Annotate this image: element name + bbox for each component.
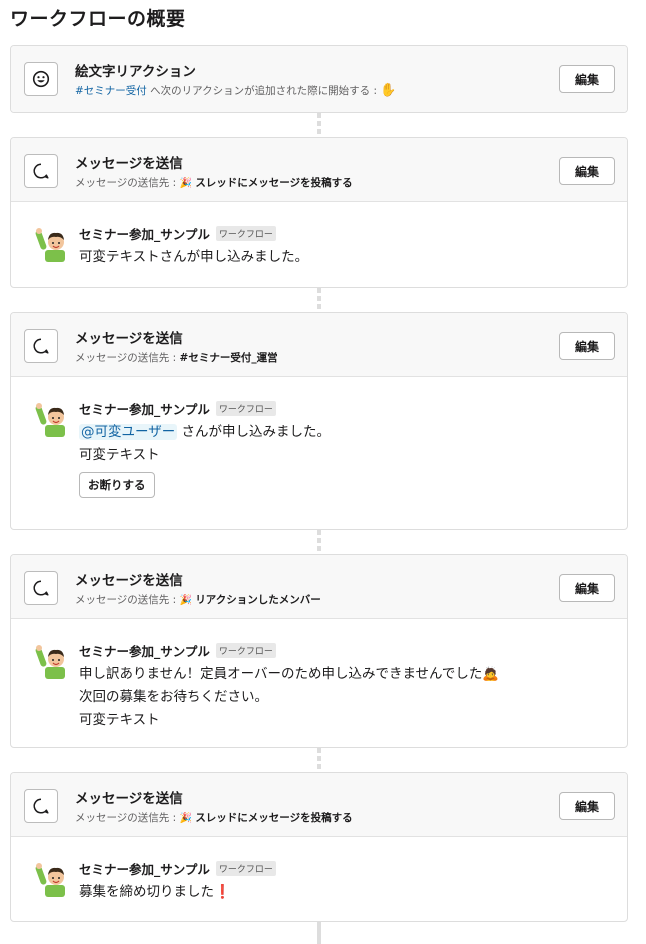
- destination-prefix: メッセージの送信先 :: [75, 352, 177, 364]
- trigger-card: 絵文字リアクション #セミナー受付 へ次のリアクションが追加された際に開始する …: [10, 45, 628, 113]
- step-title: メッセージを送信: [75, 156, 183, 172]
- message-line: 次回の募集をお待ちください。: [79, 689, 268, 705]
- step-title: メッセージを送信: [75, 791, 183, 807]
- step-header: メッセージを送信 メッセージの送信先 : 🎉 スレッドにメッセージを投稿する 編…: [11, 773, 627, 837]
- message-bubble-icon: [24, 329, 58, 363]
- step-connector: [317, 530, 321, 554]
- message-text: 申し訳ありません！定員オーバーのため申し込みできませんでした: [79, 666, 483, 682]
- destination-prefix: メッセージの送信先 :: [75, 177, 177, 189]
- step-card-4: メッセージを送信 メッセージの送信先 : 🎉 スレッドにメッセージを投稿する 編…: [10, 772, 628, 922]
- step-connector: [317, 748, 321, 772]
- party-popper-icon: 🎉: [179, 595, 192, 606]
- sender-row: セミナー参加_サンプル ワークフロー: [79, 859, 615, 878]
- message-text: 募集を締め切りました: [79, 884, 214, 900]
- trigger-title: 絵文字リアクション: [75, 64, 196, 80]
- message-line: 可変テキストさんが申し込みました。: [79, 249, 309, 265]
- step-destination: メッセージの送信先 : 🎉 リアクションしたメンバー: [75, 592, 321, 607]
- message-line: 可変テキスト: [79, 447, 160, 463]
- message-text: さんが申し込みました。: [181, 424, 331, 440]
- trigger-header: 絵文字リアクション #セミナー受付 へ次のリアクションが追加された際に開始する …: [11, 46, 627, 112]
- step-title: メッセージを送信: [75, 573, 183, 589]
- avatar: [35, 645, 65, 679]
- trigger-description-text: へ次のリアクションが追加された際に開始する :: [150, 85, 378, 97]
- avatar: [35, 228, 65, 262]
- destination-value: リアクションしたメンバー: [195, 594, 321, 606]
- message-bubble-icon: [24, 789, 58, 823]
- step-card-2: メッセージを送信 メッセージの送信先 : #セミナー受付_運営 編集 セミナー参…: [10, 312, 628, 530]
- workflow-badge: ワークフロー: [215, 861, 276, 876]
- step-header: メッセージを送信 メッセージの送信先 : 🎉 リアクションしたメンバー 編集: [11, 555, 627, 619]
- message-line: 可変テキスト: [79, 712, 160, 728]
- step-title: メッセージを送信: [75, 331, 183, 347]
- trigger-edit-button[interactable]: 編集: [559, 65, 615, 93]
- step-destination: メッセージの送信先 : 🎉 スレッドにメッセージを投稿する: [75, 175, 353, 190]
- message-bubble-icon: [24, 154, 58, 188]
- step-connector: [317, 922, 321, 944]
- step-edit-button[interactable]: 編集: [559, 332, 615, 360]
- sender-row: セミナー参加_サンプル ワークフロー: [79, 224, 615, 243]
- step-card-3: メッセージを送信 メッセージの送信先 : 🎉 リアクションしたメンバー 編集 セ…: [10, 554, 628, 748]
- user-mention[interactable]: @可変ユーザー: [79, 424, 178, 440]
- trigger-description: #セミナー受付 へ次のリアクションが追加された際に開始する : ✋: [75, 83, 397, 98]
- workflow-badge: ワークフロー: [215, 401, 276, 416]
- sender-name[interactable]: セミナー参加_サンプル: [79, 224, 210, 243]
- emoji-smile-icon: [24, 62, 58, 96]
- bowing-person-icon: 🙇: [482, 666, 500, 682]
- avatar: [35, 863, 65, 897]
- message-content: セミナー参加_サンプル ワークフロー 可変テキストさんが申し込みました。: [79, 224, 615, 266]
- step-destination: メッセージの送信先 : 🎉 スレッドにメッセージを投稿する: [75, 810, 353, 825]
- destination-prefix: メッセージの送信先 :: [75, 594, 177, 606]
- message-content: セミナー参加_サンプル ワークフロー 申し訳ありません！定員オーバーのため申し込…: [79, 641, 615, 729]
- workflow-badge: ワークフロー: [215, 226, 276, 241]
- destination-value: #セミナー受付_運営: [179, 352, 278, 364]
- step-connector: [317, 113, 321, 137]
- sender-name[interactable]: セミナー参加_サンプル: [79, 399, 210, 418]
- destination-prefix: メッセージの送信先 :: [75, 812, 177, 824]
- step-connector: [317, 288, 321, 312]
- sender-row: セミナー参加_サンプル ワークフロー: [79, 641, 615, 660]
- step-header: メッセージを送信 メッセージの送信先 : 🎉 スレッドにメッセージを投稿する 編…: [11, 138, 627, 202]
- step-header: メッセージを送信 メッセージの送信先 : #セミナー受付_運営 編集: [11, 313, 627, 377]
- step-destination: メッセージの送信先 : #セミナー受付_運営: [75, 350, 278, 365]
- avatar: [35, 403, 65, 437]
- sender-row: セミナー参加_サンプル ワークフロー: [79, 399, 615, 418]
- message-content: セミナー参加_サンプル ワークフロー @可変ユーザー さんが申し込みました。 可…: [79, 399, 615, 498]
- decline-button[interactable]: お断りする: [79, 472, 155, 498]
- exclamation-icon: ❗: [214, 884, 231, 900]
- step-card-1: メッセージを送信 メッセージの送信先 : 🎉 スレッドにメッセージを投稿する 編…: [10, 137, 628, 288]
- page-title: ワークフローの概要: [10, 8, 186, 30]
- message-bubble-icon: [24, 571, 58, 605]
- destination-value: スレッドにメッセージを投稿する: [195, 177, 353, 189]
- message-content: セミナー参加_サンプル ワークフロー 募集を締め切りました❗: [79, 859, 615, 901]
- step-edit-button[interactable]: 編集: [559, 792, 615, 820]
- message-line: @可変ユーザー さんが申し込みました。: [79, 423, 615, 441]
- raised-hand-icon: ✋: [380, 83, 397, 98]
- message-line: 申し訳ありません！定員オーバーのため申し込みできませんでした🙇: [79, 665, 615, 683]
- step-edit-button[interactable]: 編集: [559, 157, 615, 185]
- sender-name[interactable]: セミナー参加_サンプル: [79, 641, 210, 660]
- party-popper-icon: 🎉: [179, 813, 192, 824]
- workflow-badge: ワークフロー: [215, 643, 276, 658]
- step-edit-button[interactable]: 編集: [559, 574, 615, 602]
- party-popper-icon: 🎉: [179, 178, 192, 189]
- message-line: 募集を締め切りました❗: [79, 883, 615, 901]
- sender-name[interactable]: セミナー参加_サンプル: [79, 859, 210, 878]
- destination-value: スレッドにメッセージを投稿する: [195, 812, 353, 824]
- trigger-channel-link[interactable]: #セミナー受付: [75, 85, 147, 97]
